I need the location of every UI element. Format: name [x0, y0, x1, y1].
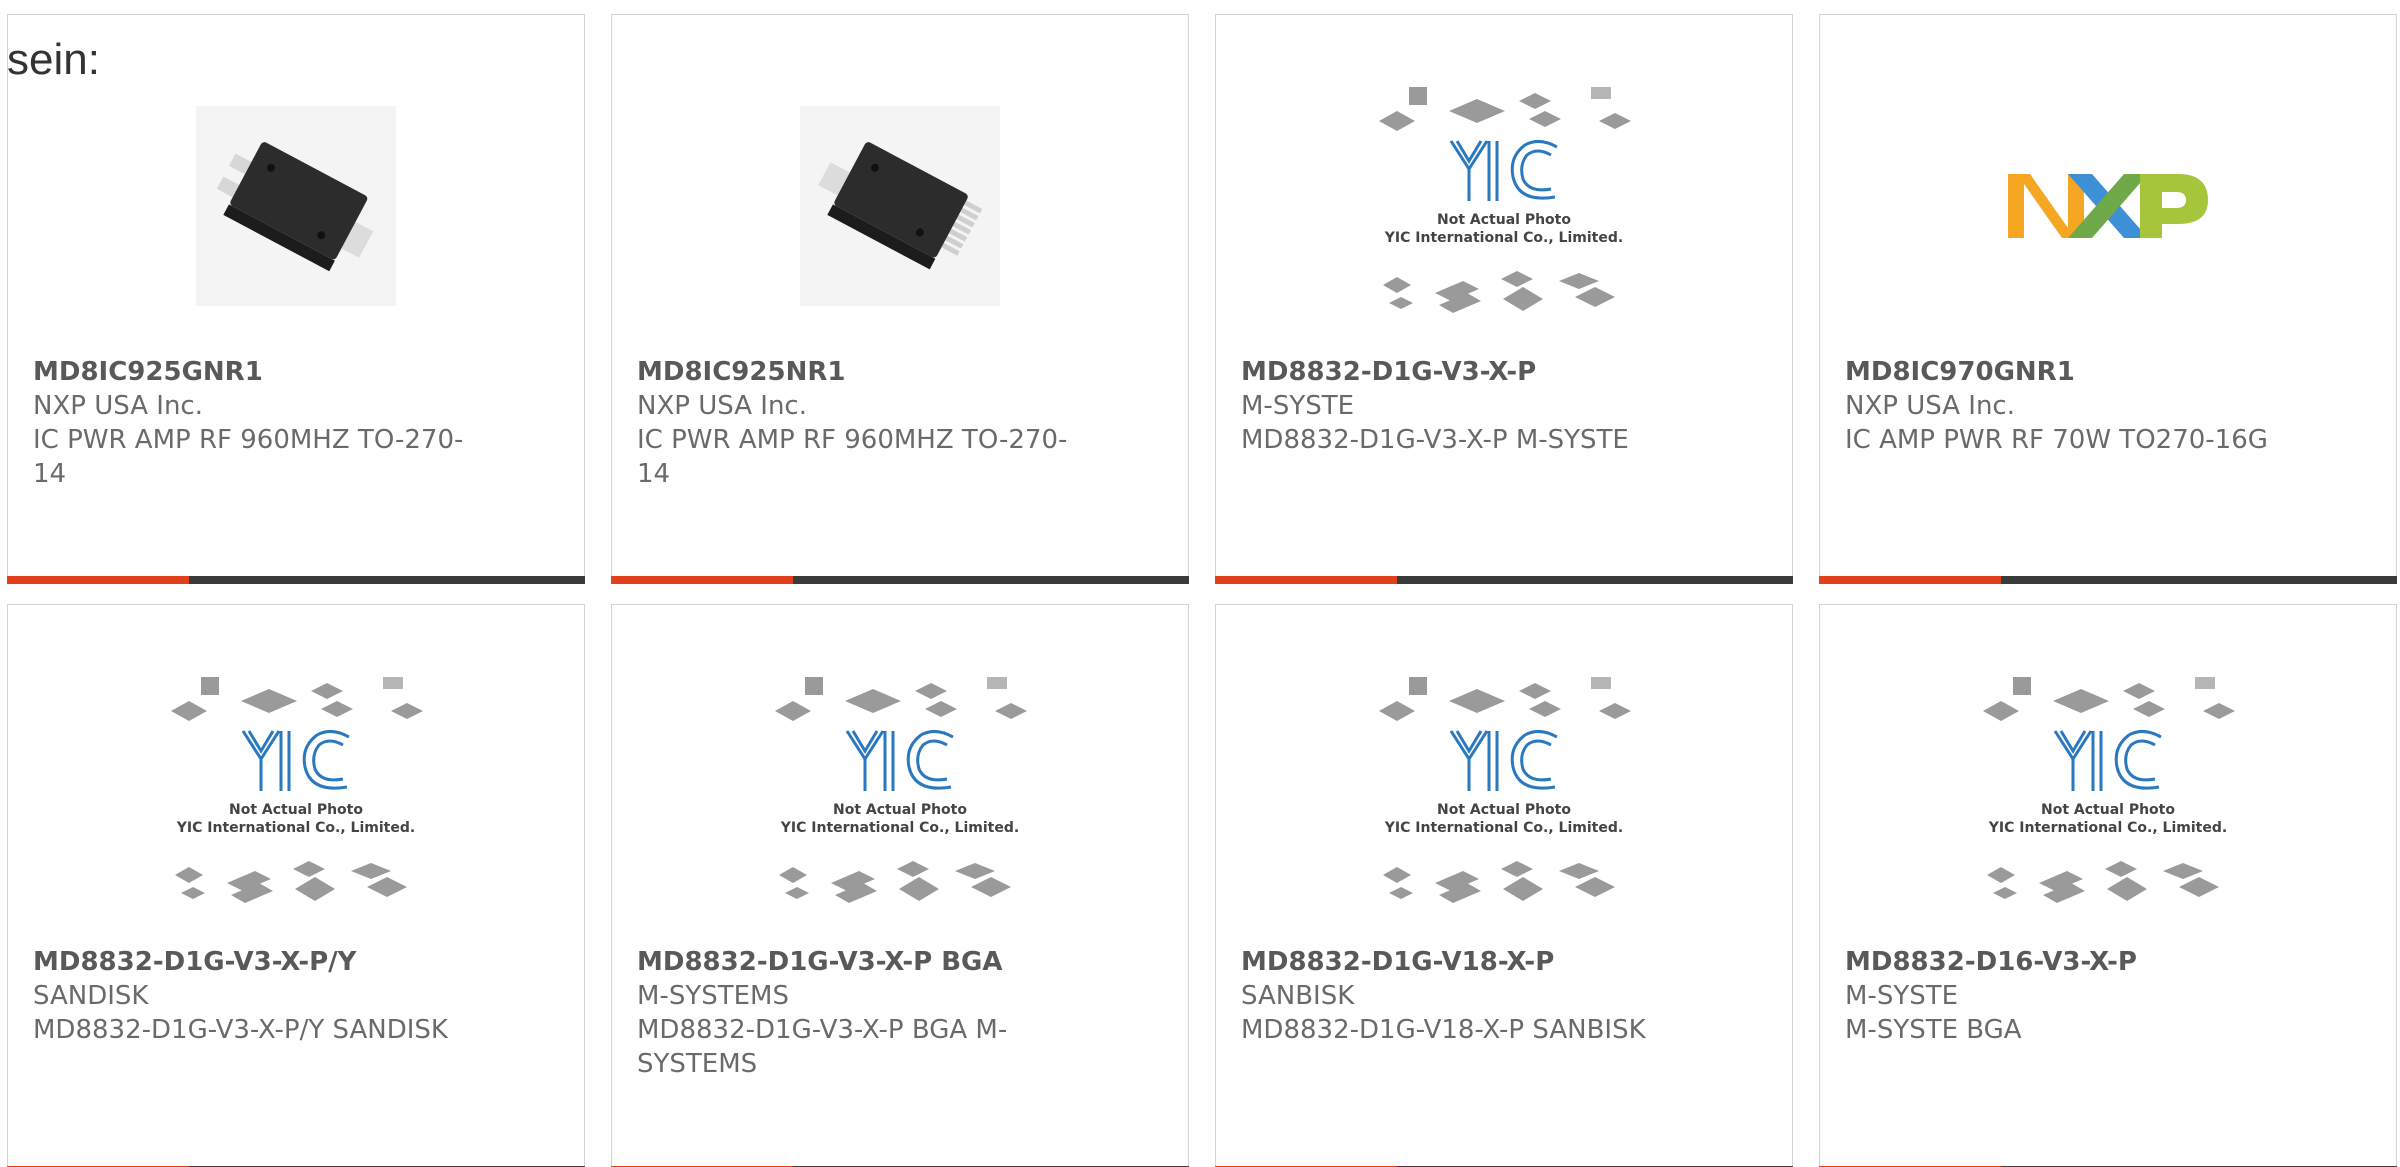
description: IC PWR AMP RF 960MHZ TO-270-14 — [637, 425, 1068, 489]
product-card[interactable]: Not Actual Photo YIC International Co., … — [7, 604, 585, 1167]
product-card[interactable]: Not Actual Photo YIC International Co., … — [1215, 14, 1793, 584]
yic-placeholder-image[interactable]: Not Actual Photo YIC International Co., … — [1354, 71, 1654, 341]
nxp-logo[interactable] — [1958, 71, 2258, 341]
placeholder-line2: YIC International Co., Limited. — [176, 820, 415, 836]
placeholder-line1: Not Actual Photo — [229, 802, 363, 818]
placeholder-line2: YIC International Co., Limited. — [1384, 820, 1623, 836]
card-bottom-bar — [1215, 576, 1793, 584]
card-accent — [611, 576, 793, 584]
yic-placeholder-image[interactable]: Not Actual Photo YIC International Co., … — [1958, 661, 2258, 931]
product-info: MD8IC970GNR1 NXP USA Inc. IC AMP PWR RF … — [1845, 355, 2285, 457]
part-number-link[interactable]: MD8IC970GNR1 — [1845, 355, 2285, 389]
card-accent — [7, 576, 189, 584]
placeholder-line1: Not Actual Photo — [1437, 802, 1571, 818]
manufacturer: SANBISK — [1241, 981, 1355, 1011]
part-number-link[interactable]: MD8832-D1G-V18-X-P — [1241, 945, 1681, 979]
manufacturer: NXP USA Inc. — [637, 391, 807, 421]
card-bottom-bar — [1819, 576, 2397, 584]
description: MD8832-D1G-V3-X-P/Y SANDISK — [33, 1015, 448, 1045]
product-card[interactable]: Not Actual Photo YIC International Co., … — [1215, 604, 1793, 1167]
placeholder-line1: Not Actual Photo — [1437, 212, 1571, 228]
card-accent — [1819, 576, 2001, 584]
placeholder-line1: Not Actual Photo — [833, 802, 967, 818]
placeholder-line2: YIC International Co., Limited. — [780, 820, 1019, 836]
product-info: MD8832-D1G-V18-X-P SANBISK MD8832-D1G-V1… — [1241, 945, 1681, 1047]
product-card[interactable]: Not Actual Photo YIC International Co., … — [1819, 604, 2397, 1167]
part-number-link[interactable]: MD8832-D1G-V3-X-P/Y — [33, 945, 473, 979]
product-card[interactable]: MD8IC925NR1 NXP USA Inc. IC PWR AMP RF 9… — [611, 14, 1189, 584]
chip-package-photo[interactable] — [146, 71, 446, 341]
description: IC PWR AMP RF 960MHZ TO-270-14 — [33, 425, 464, 489]
manufacturer: NXP USA Inc. — [33, 391, 203, 421]
product-info: MD8832-D1G-V3-X-P/Y SANDISK MD8832-D1G-V… — [33, 945, 473, 1047]
placeholder-line1: Not Actual Photo — [2041, 802, 2175, 818]
part-number-link[interactable]: MD8832-D16-V3-X-P — [1845, 945, 2285, 979]
placeholder-line2: YIC International Co., Limited. — [1384, 230, 1623, 246]
description: MD8832-D1G-V3-X-P M-SYSTE — [1241, 425, 1629, 455]
yic-placeholder-image[interactable]: Not Actual Photo YIC International Co., … — [146, 661, 446, 931]
chip-package-photo[interactable] — [750, 71, 1050, 341]
product-info: MD8832-D1G-V3-X-P BGA M-SYSTEMS MD8832-D… — [637, 945, 1077, 1081]
section-caption: sein: — [7, 35, 100, 84]
product-card[interactable]: MD8IC970GNR1 NXP USA Inc. IC AMP PWR RF … — [1819, 14, 2397, 584]
description: M-SYSTE BGA — [1845, 1015, 2022, 1045]
description: MD8832-D1G-V18-X-P SANBISK — [1241, 1015, 1646, 1045]
card-bottom-bar — [611, 576, 1189, 584]
product-info: MD8832-D1G-V3-X-P M-SYSTE MD8832-D1G-V3-… — [1241, 355, 1681, 457]
product-info: MD8IC925NR1 NXP USA Inc. IC PWR AMP RF 9… — [637, 355, 1077, 491]
part-number-link[interactable]: MD8832-D1G-V3-X-P — [1241, 355, 1681, 389]
placeholder-line2: YIC International Co., Limited. — [1988, 820, 2227, 836]
product-info: MD8IC925GNR1 NXP USA Inc. IC PWR AMP RF … — [33, 355, 473, 491]
part-number-link[interactable]: MD8IC925GNR1 — [33, 355, 473, 389]
part-number-link[interactable]: MD8IC925NR1 — [637, 355, 1077, 389]
description: IC AMP PWR RF 70W TO270-16G — [1845, 425, 2268, 455]
description: MD8832-D1G-V3-X-P BGA M-SYSTEMS — [637, 1015, 1008, 1079]
yic-placeholder-image[interactable]: Not Actual Photo YIC International Co., … — [750, 661, 1050, 931]
manufacturer: M-SYSTEMS — [637, 981, 789, 1011]
manufacturer: SANDISK — [33, 981, 149, 1011]
yic-placeholder-image[interactable]: Not Actual Photo YIC International Co., … — [1354, 661, 1654, 931]
manufacturer: NXP USA Inc. — [1845, 391, 2015, 421]
manufacturer: M-SYSTE — [1241, 391, 1355, 421]
card-accent — [1215, 576, 1397, 584]
card-bottom-bar — [7, 576, 585, 584]
part-number-link[interactable]: MD8832-D1G-V3-X-P BGA — [637, 945, 1077, 979]
product-card[interactable]: MD8IC925GNR1 NXP USA Inc. IC PWR AMP RF … — [7, 14, 585, 584]
product-info: MD8832-D16-V3-X-P M-SYSTE M-SYSTE BGA — [1845, 945, 2285, 1047]
product-card[interactable]: Not Actual Photo YIC International Co., … — [611, 604, 1189, 1167]
manufacturer: M-SYSTE — [1845, 981, 1959, 1011]
